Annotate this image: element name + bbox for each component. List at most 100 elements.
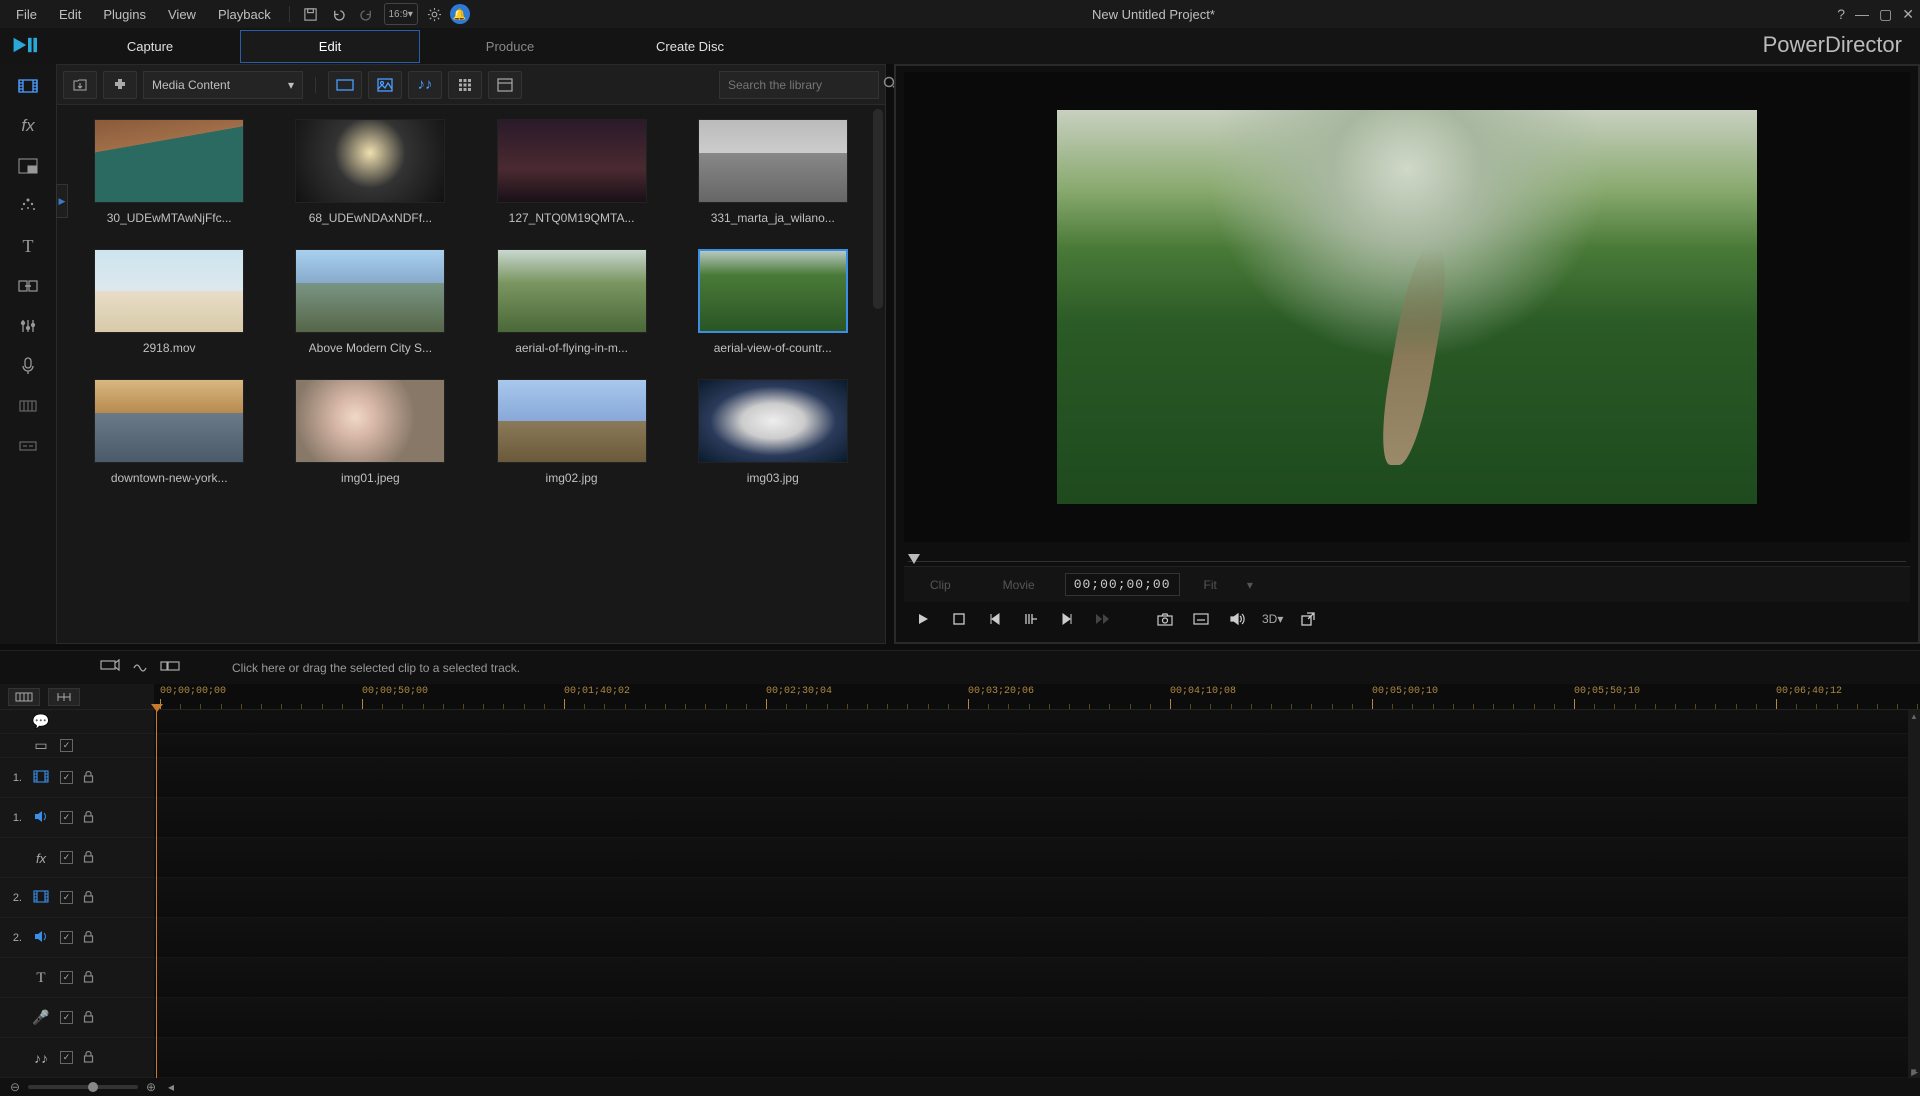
room-subtitle-icon[interactable] (12, 432, 44, 460)
track-header[interactable]: 2.✓ (0, 918, 154, 958)
help-icon[interactable]: ? (1837, 6, 1845, 22)
room-particle-icon[interactable] (12, 192, 44, 220)
time-ruler[interactable]: 00;00;00;0000;00;50;0000;01;40;0200;02;3… (154, 684, 1920, 709)
track-lock-icon[interactable] (83, 1050, 94, 1066)
track-enable-checkbox[interactable]: ✓ (60, 1051, 73, 1064)
track-lock-icon[interactable] (83, 770, 94, 786)
media-category-dropdown[interactable]: Media Content ▾ (143, 71, 303, 99)
room-audio-mix-icon[interactable] (12, 312, 44, 340)
zoom-in-icon[interactable]: ⊕ (144, 1080, 158, 1094)
hscroll-right-icon[interactable]: ▶ (1911, 1067, 1918, 1078)
track-lane[interactable] (154, 734, 1920, 758)
notifications-icon[interactable]: 🔔 (450, 4, 470, 24)
thumbnail[interactable] (497, 249, 647, 333)
preview-tab-movie[interactable]: Movie (981, 574, 1057, 596)
room-chapter-icon[interactable] (12, 392, 44, 420)
track-header[interactable]: T✓ (0, 958, 154, 998)
thumbnail[interactable] (698, 379, 848, 463)
filter-image-icon[interactable] (368, 71, 402, 99)
track-enable-checkbox[interactable]: ✓ (60, 771, 73, 784)
timeline-tool-1-icon[interactable] (100, 658, 120, 677)
volume-icon[interactable] (1226, 608, 1248, 630)
3d-button[interactable]: 3D ▾ (1262, 608, 1283, 630)
track-lock-icon[interactable] (83, 1010, 94, 1026)
save-icon[interactable] (300, 3, 322, 25)
tab-edit[interactable]: Edit (240, 30, 420, 63)
track-lane[interactable] (154, 798, 1920, 838)
track-enable-checkbox[interactable]: ✓ (60, 851, 73, 864)
track-header[interactable]: 🎤✓ (0, 998, 154, 1038)
media-item[interactable]: Above Modern City S... (277, 249, 463, 355)
filter-audio-icon[interactable]: ♪♪ (408, 71, 442, 99)
track-lane[interactable] (154, 710, 1920, 734)
search-box[interactable] (719, 71, 879, 99)
thumbnail[interactable] (698, 249, 848, 333)
menu-playback[interactable]: Playback (208, 3, 281, 26)
track-lock-icon[interactable] (83, 930, 94, 946)
media-item[interactable]: 127_NTQ0M19QMTA... (479, 119, 665, 225)
track-header[interactable]: 💬 (0, 710, 154, 734)
scrub-marker-icon[interactable] (908, 554, 920, 564)
thumbnail[interactable] (698, 119, 848, 203)
track-lane[interactable] (154, 878, 1920, 918)
tab-produce[interactable]: Produce (420, 31, 600, 62)
prev-frame-icon[interactable] (984, 608, 1006, 630)
aspect-ratio-button[interactable]: 16:9▾ (384, 3, 418, 25)
preview-zoom-dropdown[interactable]: Fit▾ (1188, 578, 1269, 592)
menu-view[interactable]: View (158, 3, 206, 26)
preview-timecode[interactable]: 00;00;00;00 (1065, 573, 1180, 596)
thumbnail[interactable] (94, 379, 244, 463)
track-enable-checkbox[interactable]: ✓ (60, 811, 73, 824)
track-lane[interactable] (154, 838, 1920, 878)
import-media-icon[interactable] (63, 71, 97, 99)
room-transition-icon[interactable] (12, 272, 44, 300)
scroll-up-icon[interactable]: ▲ (873, 105, 883, 108)
track-lane[interactable] (154, 918, 1920, 958)
thumbnail[interactable] (497, 379, 647, 463)
play-icon[interactable] (912, 608, 934, 630)
media-item[interactable]: downtown-new-york... (76, 379, 262, 485)
settings-icon[interactable] (424, 3, 446, 25)
timeline-view-1-icon[interactable] (8, 688, 40, 706)
track-lock-icon[interactable] (83, 890, 94, 906)
tab-create-disc[interactable]: Create Disc (600, 31, 780, 62)
timeline-view-2-icon[interactable] (48, 688, 80, 706)
media-item[interactable]: 331_marta_ja_wilano... (680, 119, 866, 225)
media-item[interactable]: 68_UDEwNDAxNDFf... (277, 119, 463, 225)
next-frame-icon[interactable] (1056, 608, 1078, 630)
room-fx-icon[interactable]: fx (12, 112, 44, 140)
track-header[interactable]: 2.✓ (0, 878, 154, 918)
preview-tab-clip[interactable]: Clip (908, 574, 973, 596)
track-enable-checkbox[interactable]: ✓ (60, 971, 73, 984)
media-item[interactable]: img03.jpg (680, 379, 866, 485)
thumbnail[interactable] (295, 249, 445, 333)
preview-quality-icon[interactable] (1190, 608, 1212, 630)
track-lane[interactable] (154, 1038, 1920, 1078)
library-menu-icon[interactable] (488, 71, 522, 99)
track-lock-icon[interactable] (83, 850, 94, 866)
track-enable-checkbox[interactable]: ✓ (60, 931, 73, 944)
media-item[interactable]: aerial-of-flying-in-m... (479, 249, 665, 355)
track-header[interactable]: 1.✓ (0, 798, 154, 838)
media-item[interactable]: 30_UDEwMTAwNjFfc... (76, 119, 262, 225)
scrollbar[interactable] (873, 109, 883, 309)
zoom-slider[interactable] (28, 1085, 138, 1089)
thumbnail[interactable] (295, 379, 445, 463)
track-lane[interactable] (154, 958, 1920, 998)
track-enable-checkbox[interactable]: ✓ (60, 891, 73, 904)
playhead[interactable] (156, 710, 157, 1078)
media-item[interactable]: aerial-view-of-countr... (680, 249, 866, 355)
room-media-icon[interactable] (12, 72, 44, 100)
minimize-icon[interactable]: — (1855, 6, 1869, 22)
track-header[interactable]: ▭✓ (0, 734, 154, 758)
redo-icon[interactable] (356, 3, 378, 25)
menu-file[interactable]: File (6, 3, 47, 26)
media-item[interactable]: img02.jpg (479, 379, 665, 485)
maximize-icon[interactable]: ▢ (1879, 6, 1892, 23)
step-back-icon[interactable] (1020, 608, 1042, 630)
room-voiceover-icon[interactable] (12, 352, 44, 380)
media-item[interactable]: 2918.mov (76, 249, 262, 355)
plugin-icon[interactable] (103, 71, 137, 99)
thumbnail[interactable] (497, 119, 647, 203)
filter-video-icon[interactable] (328, 71, 362, 99)
